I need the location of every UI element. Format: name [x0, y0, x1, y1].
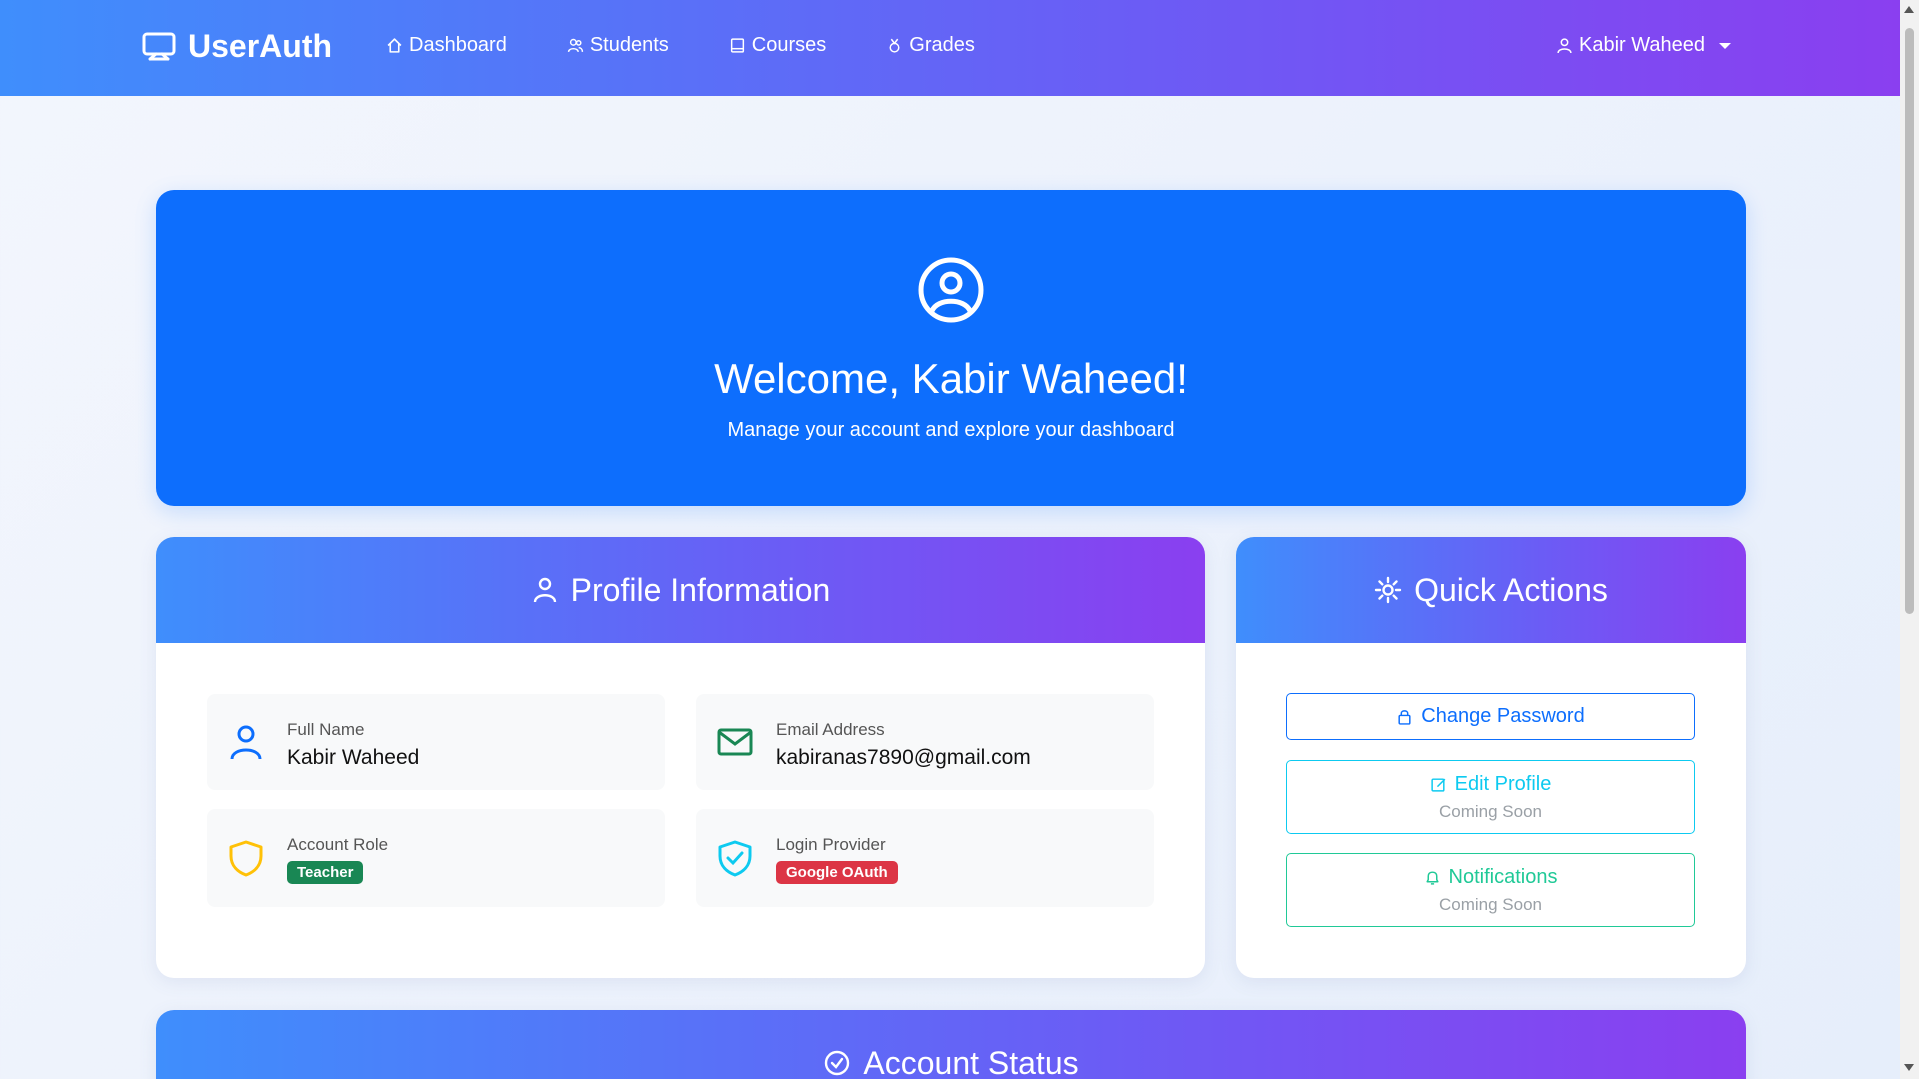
user-name: Kabir Waheed	[1579, 34, 1705, 56]
top-navbar: UserAuth Dashboard Students Courses Grad…	[0, 0, 1900, 96]
info-full-name: Full Name Kabir Waheed	[207, 694, 665, 790]
user-icon	[533, 577, 556, 603]
shield-check-icon	[718, 840, 752, 877]
check-circle-icon	[825, 1050, 850, 1076]
medal-icon	[889, 38, 900, 53]
people-icon	[567, 38, 583, 53]
info-email: Email Address kabiranas7890@gmail.com	[696, 694, 1154, 790]
notifications-sub: Coming Soon	[1438, 895, 1542, 914]
scroll-up-arrow-icon[interactable]	[1904, 6, 1914, 13]
nav-item-courses[interactable]: Courses	[729, 34, 826, 57]
lock-icon	[1398, 710, 1411, 725]
account-status-title: Account Status	[863, 1044, 1079, 1079]
info-label: Login Provider	[776, 835, 886, 854]
home-icon	[387, 38, 402, 53]
nav-links: Dashboard Students Courses Grades	[386, 34, 975, 57]
edit-profile-label: Edit Profile	[1454, 773, 1552, 795]
info-account-role: Account Role Teacher	[207, 809, 665, 907]
edit-profile-sub: Coming Soon	[1438, 802, 1542, 821]
account-status-header: Account Status	[156, 1010, 1746, 1079]
user-icon	[230, 725, 262, 760]
info-label: Full Name	[287, 720, 365, 739]
chevron-down-icon	[1719, 42, 1731, 49]
book-icon	[730, 38, 744, 53]
info-login-provider: Login Provider Google OAuth	[696, 809, 1154, 907]
bell-icon	[1425, 871, 1439, 885]
quick-actions-header: Quick Actions	[1236, 537, 1746, 643]
brand-link[interactable]: UserAuth	[142, 28, 332, 65]
nav-label: Students	[589, 34, 669, 56]
quick-actions-card: Quick Actions Change Password Edit Profi…	[1236, 537, 1746, 978]
monitor-icon	[142, 32, 176, 60]
nav-label: Courses	[751, 34, 827, 56]
gear-icon	[1374, 576, 1402, 604]
info-label: Account Role	[287, 835, 389, 854]
user-dropdown[interactable]: Kabir Waheed	[1556, 34, 1731, 57]
nav-item-students[interactable]: Students	[567, 34, 669, 57]
provider-badge: Google OAuth	[776, 861, 898, 884]
info-value: Kabir Waheed	[287, 746, 420, 769]
edit-icon	[1431, 778, 1446, 792]
brand-name: UserAuth	[188, 28, 333, 64]
welcome-banner: Welcome, Kabir Waheed! Manage your accou…	[156, 190, 1746, 506]
change-password-label: Change Password	[1421, 705, 1585, 727]
user-circle-icon	[918, 257, 984, 323]
welcome-subtitle: Manage your account and explore your das…	[727, 419, 1175, 441]
profile-card-header: Profile Information	[156, 537, 1205, 643]
scroll-thumb[interactable]	[1905, 28, 1914, 614]
notifications-button[interactable]: Notifications Coming Soon	[1286, 853, 1695, 927]
edit-profile-button[interactable]: Edit Profile Coming Soon	[1286, 760, 1695, 834]
user-icon	[1557, 38, 1572, 54]
role-badge: Teacher	[287, 861, 364, 884]
nav-label: Grades	[909, 34, 975, 56]
scroll-down-arrow-icon[interactable]	[1904, 1064, 1914, 1071]
profile-card-title: Profile Information	[570, 571, 831, 608]
nav-item-dashboard[interactable]: Dashboard	[386, 34, 507, 57]
shield-icon	[229, 840, 263, 877]
nav-label: Dashboard	[409, 34, 507, 56]
envelope-icon	[717, 728, 753, 756]
welcome-title: Welcome, Kabir Waheed!	[714, 355, 1188, 402]
info-value: kabiranas7890@gmail.com	[776, 746, 1031, 769]
change-password-button[interactable]: Change Password	[1286, 693, 1695, 740]
account-status-card: Account Status	[156, 1010, 1746, 1079]
info-label: Email Address	[776, 720, 885, 739]
nav-item-grades[interactable]: Grades	[886, 34, 975, 57]
quick-actions-title: Quick Actions	[1414, 571, 1608, 608]
notifications-label: Notifications	[1448, 866, 1558, 888]
page-scrollbar[interactable]	[1900, 0, 1919, 1079]
profile-card: Profile Information Full Name Kabir Wahe…	[156, 537, 1205, 978]
